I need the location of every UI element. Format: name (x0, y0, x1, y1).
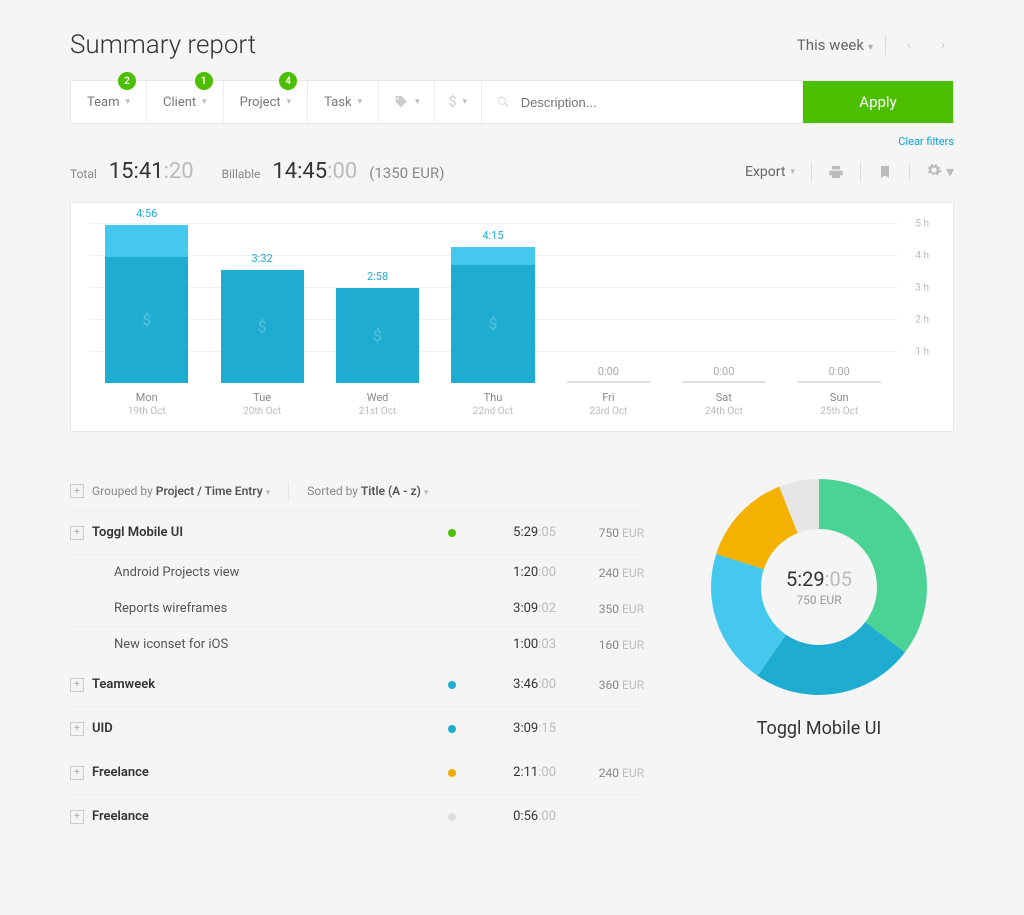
row-name: Freelance (92, 765, 428, 780)
row-time: 1:00:03 (476, 637, 556, 652)
donut-center-amount: 750 EUR (796, 593, 841, 607)
bar-mon[interactable]: 4:56$ (89, 223, 204, 383)
filter-project-badge: 4 (279, 72, 297, 90)
expand-all-button[interactable]: + (70, 484, 84, 498)
filter-tag[interactable]: ▾ (379, 81, 435, 123)
grouped-by-selector[interactable]: Grouped by Project / Time Entry ▾ (92, 484, 270, 498)
y-tick-label: 3 h (915, 283, 929, 294)
gear-icon (926, 162, 942, 178)
y-tick-label: 2 h (915, 315, 929, 326)
row-name: UID (92, 721, 428, 736)
row-time: 2:11:00 (476, 765, 556, 780)
table-row[interactable]: + Teamweek 3:46:00 360 EUR (70, 663, 644, 707)
filter-billable[interactable]: $ ▾ (435, 81, 482, 123)
billable-label: Billable (222, 167, 261, 181)
project-color-dot (448, 681, 456, 689)
row-name: Toggl Mobile UI (92, 525, 428, 540)
y-tick-label: 5 h (915, 219, 929, 230)
bar-fri[interactable]: 0:00 (551, 223, 666, 383)
filter-team-badge: 2 (118, 72, 136, 90)
row-name: Teamweek (92, 677, 428, 692)
clear-filters-link[interactable]: Clear filters (898, 135, 954, 148)
row-time: 5:29:05 (476, 525, 556, 540)
project-color-dot (448, 529, 456, 537)
expand-row-button[interactable]: + (70, 526, 84, 540)
total-label: Total (70, 167, 97, 181)
donut-chart: 5:29:05 750 EUR (704, 472, 934, 702)
filter-client-badge: 1 (195, 72, 213, 90)
row-time: 1:20:00 (476, 565, 556, 580)
row-amount: 350 EUR (564, 602, 644, 616)
filter-team[interactable]: Team▾ 2 (71, 81, 147, 123)
bar-sat[interactable]: 0:00 (666, 223, 781, 383)
filter-bar: Team▾ 2 Client▾ 1 Project▾ 4 Task▾ ▾ $ ▾… (70, 80, 954, 124)
row-amount: 160 EUR (564, 638, 644, 652)
apply-button[interactable]: Apply (803, 81, 953, 123)
settings-button[interactable]: ▾ (926, 162, 954, 181)
row-amount: 240 EUR (564, 766, 644, 780)
donut-selected-label: Toggl Mobile UI (757, 718, 882, 739)
search-icon (496, 94, 511, 110)
row-time: 3:09:02 (476, 601, 556, 616)
row-amount: 750 EUR (564, 526, 644, 540)
expand-row-button[interactable]: + (70, 810, 84, 824)
row-name: Freelance (92, 809, 428, 824)
billable-amount: (1350 EUR) (369, 164, 444, 182)
filter-task[interactable]: Task▾ (308, 81, 379, 123)
x-tick: Thu22nd Oct (435, 391, 550, 417)
project-color-dot (448, 813, 456, 821)
date-range-selector[interactable]: This week▾ (797, 36, 873, 54)
bar-chart: 1 h2 h3 h4 h5 h4:56$3:32$2:58$4:15$0:000… (70, 202, 954, 432)
x-tick: Sun25th Oct (782, 391, 897, 417)
bookmark-button[interactable] (877, 164, 893, 180)
x-tick: Mon19th Oct (89, 391, 204, 417)
x-tick: Tue20th Oct (204, 391, 319, 417)
row-amount: 240 EUR (564, 566, 644, 580)
row-time: 3:09:15 (476, 721, 556, 736)
dollar-icon: $ (449, 94, 457, 110)
list-item[interactable]: New iconset for iOS 1:00:03 160 EUR (70, 627, 644, 663)
row-name: Android Projects view (114, 565, 428, 580)
sorted-by-selector[interactable]: Sorted by Title (A - z) ▾ (307, 484, 428, 498)
x-tick: Wed21st Oct (320, 391, 435, 417)
filter-client[interactable]: Client▾ 1 (147, 81, 224, 123)
bar-tue[interactable]: 3:32$ (204, 223, 319, 383)
donut-center-time: 5:29:05 (786, 567, 852, 591)
table-row[interactable]: + Toggl Mobile UI 5:29:05 750 EUR (70, 511, 644, 555)
export-button[interactable]: Export▾ (745, 164, 795, 180)
x-tick: Fri23rd Oct (551, 391, 666, 417)
row-time: 0:56:00 (476, 809, 556, 824)
y-tick-label: 1 h (915, 347, 929, 358)
project-color-dot (448, 769, 456, 777)
row-name: Reports wireframes (114, 601, 428, 616)
list-item[interactable]: Reports wireframes 3:09:02 350 EUR (70, 591, 644, 627)
tag-icon (393, 94, 409, 110)
x-tick: Sat24th Oct (666, 391, 781, 417)
print-icon (828, 164, 844, 180)
expand-row-button[interactable]: + (70, 722, 84, 736)
table-row[interactable]: + Freelance 2:11:00 240 EUR (70, 751, 644, 795)
project-color-dot (448, 725, 456, 733)
expand-row-button[interactable]: + (70, 766, 84, 780)
row-amount: 360 EUR (564, 678, 644, 692)
print-button[interactable] (828, 164, 844, 180)
date-next-button[interactable]: › (932, 34, 954, 56)
expand-row-button[interactable]: + (70, 678, 84, 692)
row-name: New iconset for iOS (114, 637, 428, 652)
filter-project[interactable]: Project▾ 4 (224, 81, 309, 123)
bar-sun[interactable]: 0:00 (782, 223, 897, 383)
bar-wed[interactable]: 2:58$ (320, 223, 435, 383)
row-time: 3:46:00 (476, 677, 556, 692)
total-time: 15:41:20 (109, 159, 194, 184)
date-prev-button[interactable]: ‹ (898, 34, 920, 56)
page-title: Summary report (70, 30, 256, 60)
bar-thu[interactable]: 4:15$ (435, 223, 550, 383)
y-tick-label: 4 h (915, 251, 929, 262)
list-item[interactable]: Android Projects view 1:20:00 240 EUR (70, 555, 644, 591)
description-input[interactable] (521, 95, 788, 110)
billable-time: 14:45:00 (272, 159, 357, 184)
table-row[interactable]: + UID 3:09:15 (70, 707, 644, 751)
bookmark-icon (877, 164, 893, 180)
table-row[interactable]: + Freelance 0:56:00 (70, 795, 644, 839)
